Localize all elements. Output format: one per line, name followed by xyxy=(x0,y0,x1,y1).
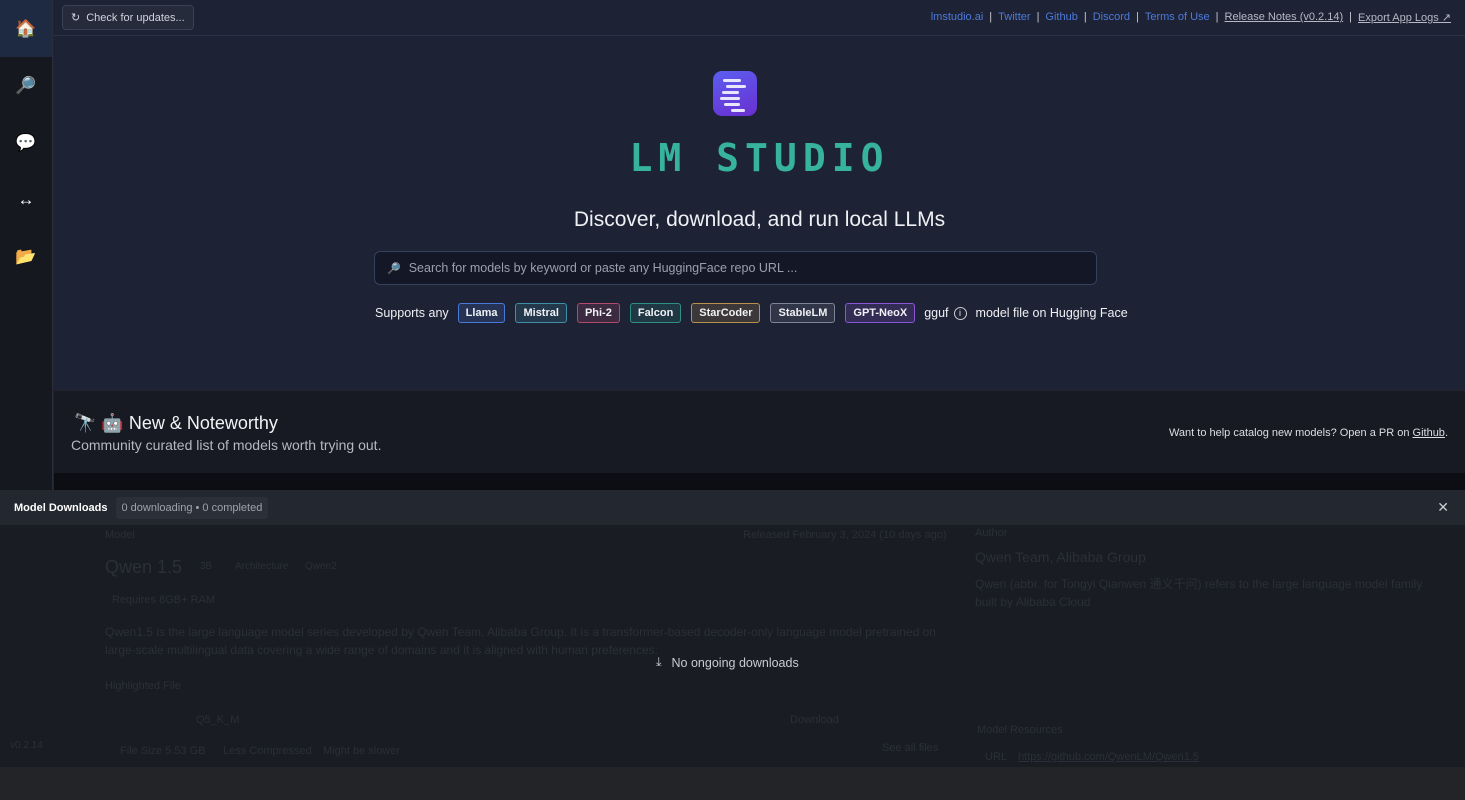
telescope-robot-icon: 🔭 🤖 xyxy=(74,413,124,433)
requires: Requires 8GB+ RAM xyxy=(112,594,216,606)
downloads-title: Model Downloads xyxy=(14,501,108,514)
downloads-header: Model Downloads 0 downloading • 0 comple… xyxy=(0,490,1465,525)
link-discord[interactable]: Discord xyxy=(1093,11,1130,24)
arrows-icon: ↔ xyxy=(17,189,35,209)
supports-suffix: model file on Hugging Face xyxy=(975,306,1128,320)
empty-message: No ongoing downloads xyxy=(671,655,799,670)
slower: Might be slower xyxy=(323,745,401,757)
chat-icon: 💬 xyxy=(15,132,37,152)
close-icon[interactable]: ✕ xyxy=(1437,499,1449,516)
quant: Q5_K_M xyxy=(196,714,240,726)
version-label: v0.2.14 xyxy=(10,740,43,751)
model-label: Model xyxy=(105,529,135,541)
downloads-panel: Model Released February 3, 2024 (10 days… xyxy=(0,525,1465,767)
tagline: Discover, download, and run local LLMs xyxy=(573,208,946,231)
sidebar-item-home[interactable]: 🏠 xyxy=(0,0,52,57)
supported-models: Supports any Llama Mistral Phi-2 Falcon Star… xyxy=(375,303,1128,323)
search-icon: 🔎 xyxy=(387,262,401,275)
separator: | xyxy=(1136,11,1139,23)
check-updates-button[interactable]: ↻ Check for updates... xyxy=(62,5,194,30)
gguf-label: gguf xyxy=(924,306,949,320)
sidebar-item-models[interactable]: 📂 xyxy=(0,228,52,285)
sidebar-item-server[interactable]: ↔ xyxy=(0,171,52,228)
search-input[interactable] xyxy=(408,261,1096,275)
model-search[interactable]: 🔎 xyxy=(374,251,1097,285)
help-end: . xyxy=(1444,427,1448,439)
model-tag-phi-2[interactable]: Phi-2 xyxy=(576,303,620,323)
link-release-notes[interactable]: Release Notes (v0.2.14) xyxy=(1225,11,1344,24)
home-page: ↻ Check for updates... lmstudio.ai | Twitt… xyxy=(54,0,1465,390)
link-lmstudio[interactable]: lmstudio.ai xyxy=(931,11,984,24)
sidebar-item-search[interactable]: 🔎 xyxy=(0,57,52,114)
model-tags: Llama Mistral Phi-2 Falcon StarCoder StableLM… xyxy=(457,303,916,323)
url-link: https://github.com/QwenLM/Qwen1.5 xyxy=(1018,751,1199,763)
model-tag-stablelm[interactable]: StableLM xyxy=(770,303,836,323)
info-icon[interactable]: i xyxy=(953,306,967,320)
search-icon: 🔎 xyxy=(15,75,37,95)
url-label: URL xyxy=(985,751,1008,763)
author-description: Qwen (abbr. for Tongyi Qianwen 通义千问) ref… xyxy=(975,577,1423,609)
download-icon: ⤓ xyxy=(656,655,662,669)
separator: | xyxy=(989,11,993,23)
model-name: Qwen 1.5 xyxy=(105,557,183,577)
github-pr-link[interactable]: Github xyxy=(1413,427,1445,439)
refresh-icon: ↻ xyxy=(71,12,81,24)
link-terms[interactable]: Terms of Use xyxy=(1145,11,1210,24)
author-name: Qwen Team, Alibaba Group xyxy=(975,549,1146,565)
highlighted-file: Highlighted File xyxy=(105,680,181,692)
supports-prefix: Supports any xyxy=(375,306,449,320)
model-tag-falcon[interactable]: Falcon xyxy=(629,303,682,323)
separator: | xyxy=(1083,11,1087,23)
model-tag-gpt-neox[interactable]: GPT-NeoX xyxy=(845,303,916,323)
home-icon: 🏠 xyxy=(15,18,37,38)
model-tag-mistral[interactable]: Mistral xyxy=(515,303,567,323)
folder-icon: 📂 xyxy=(15,246,37,266)
help-text: Want to help catalog new models? Open a … xyxy=(1169,427,1448,439)
top-links: lmstudio.ai | Twitter | Github | Discord | T… xyxy=(931,11,1457,24)
download-button: Download xyxy=(790,714,839,726)
model-tag-llama[interactable]: Llama xyxy=(457,303,506,323)
sidebar-item-chat[interactable]: 💬 xyxy=(0,114,52,171)
downloads-count: 0 downloading • 0 completed xyxy=(115,496,269,519)
arch-label: Architecture xyxy=(235,561,289,572)
link-github[interactable]: Github xyxy=(1045,11,1077,24)
divider xyxy=(54,473,1465,490)
section-subtitle: Community curated list of models worth t… xyxy=(71,437,382,453)
empty-state: ⤓ No ongoing downloads xyxy=(656,655,799,670)
model-description: Qwen1.5 is the large language model seri… xyxy=(105,625,936,657)
link-twitter[interactable]: Twitter xyxy=(998,11,1030,24)
model-resources: Model Resources xyxy=(977,724,1063,736)
model-tag-starcoder[interactable]: StarCoder xyxy=(691,303,761,323)
app-logo xyxy=(713,71,757,116)
less-compressed: Less Compressed xyxy=(223,745,312,757)
separator: | xyxy=(1036,11,1040,23)
size-badge: 3B xyxy=(200,561,213,572)
see-all-files: See all files xyxy=(882,742,939,754)
author-label: Author xyxy=(975,527,1008,539)
section-title-text: New & Noteworthy xyxy=(128,413,278,433)
top-bar: ↻ Check for updates... lmstudio.ai | Twitt… xyxy=(54,0,1465,36)
section-title: 🔭 🤖 New & Noteworthy xyxy=(74,413,278,434)
file-size: File Size 5.53 GB xyxy=(120,745,206,757)
separator: | xyxy=(1215,11,1219,23)
released-date: Released February 3, 2024 (10 days ago) xyxy=(743,529,947,541)
new-noteworthy-section: 🔭 🤖 New & Noteworthy Community curated l… xyxy=(54,391,1465,473)
help-text-label: Want to help catalog new models? Open a … xyxy=(1168,427,1413,439)
separator: | xyxy=(1349,11,1352,23)
export-logs-button[interactable]: Export App Logs ↗ xyxy=(1358,11,1451,24)
logo-wordmark: LM STUDIO xyxy=(629,136,890,180)
arch-value: Qwen2 xyxy=(305,561,337,572)
check-updates-label: Check for updates... xyxy=(86,11,185,24)
